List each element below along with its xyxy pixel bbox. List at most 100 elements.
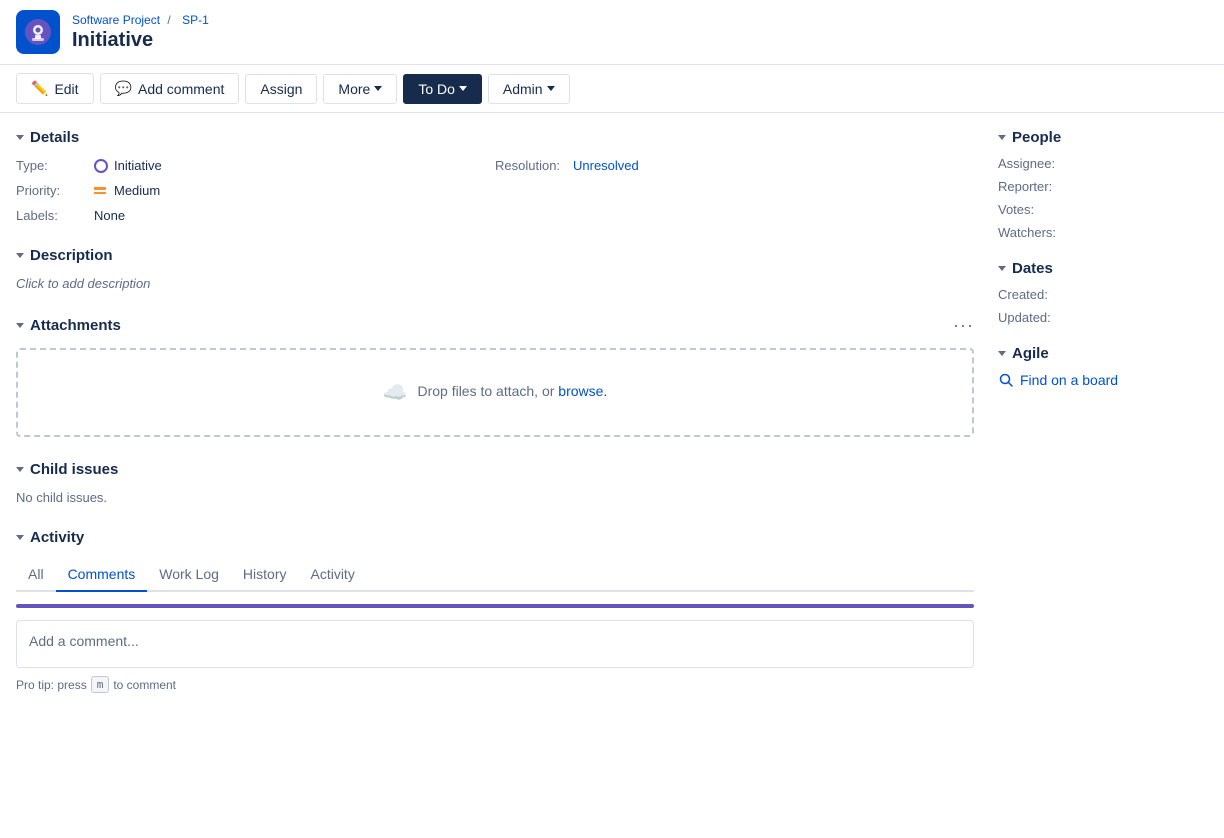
comment-input[interactable]: Add a comment... (16, 620, 974, 668)
more-button[interactable]: More (323, 74, 397, 104)
attachments-header: Attachments ··· (16, 315, 974, 336)
drop-zone[interactable]: ☁️ Drop files to attach, or browse. (16, 348, 974, 437)
initiative-icon (94, 159, 108, 173)
activity-progress-bar (16, 604, 974, 608)
attachments-title: Attachments (30, 317, 121, 334)
labels-label: Labels: (16, 208, 86, 223)
project-icon (16, 10, 60, 54)
find-on-board-link[interactable]: Find on a board (998, 372, 1208, 388)
right-panel: People Assignee: Reporter: Votes: Watche… (998, 129, 1208, 822)
people-title: People (1012, 129, 1061, 146)
people-section: People Assignee: Reporter: Votes: Watche… (998, 129, 1208, 240)
created-row: Created: (998, 287, 1208, 302)
todo-label: To Do (418, 81, 455, 97)
edit-icon: ✏️ (31, 80, 48, 97)
pro-tip-suffix: to comment (113, 678, 176, 692)
activity-section-header: Activity (16, 529, 974, 546)
pro-tip: Pro tip: press m to comment (16, 676, 974, 693)
tab-comments[interactable]: Comments (56, 558, 148, 592)
labels-value: None (94, 208, 125, 223)
admin-label: Admin (503, 81, 543, 97)
description-toggle-icon[interactable] (16, 253, 24, 258)
agile-title: Agile (1012, 345, 1049, 362)
attachments-more-icon[interactable]: ··· (953, 315, 974, 336)
activity-section: Activity All Comments Work Log History A… (16, 529, 974, 693)
type-row: Type: Initiative (16, 158, 495, 173)
resolution-row: Resolution: Unresolved (495, 158, 974, 173)
tab-activity[interactable]: Activity (298, 558, 366, 592)
details-col-left: Type: Initiative Priority: (16, 158, 495, 223)
edit-button[interactable]: ✏️ Edit (16, 73, 94, 104)
browse-link[interactable]: browse. (558, 383, 607, 399)
type-label: Type: (16, 158, 86, 173)
details-section: Details Type: Initiative Priority: (16, 129, 974, 223)
add-comment-label: Add comment (138, 81, 224, 97)
attachments-section: Attachments ··· ☁️ Drop files to attach,… (16, 315, 974, 437)
edit-label: Edit (54, 81, 78, 97)
priority-row: Priority: Medium (16, 183, 495, 198)
activity-tabs: All Comments Work Log History Activity (16, 558, 974, 592)
dates-section: Dates Created: Updated: (998, 260, 1208, 325)
breadcrumb: Software Project / SP-1 Initiative (72, 13, 213, 52)
agile-header: Agile (998, 345, 1208, 362)
priority-icon (94, 187, 108, 194)
labels-row: Labels: None (16, 208, 495, 223)
dates-header: Dates (998, 260, 1208, 277)
admin-button[interactable]: Admin (488, 74, 570, 104)
priority-label: Priority: (16, 183, 86, 198)
left-panel: Details Type: Initiative Priority: (16, 129, 974, 822)
comment-icon: 💬 (115, 80, 132, 97)
attachments-toggle-icon[interactable] (16, 323, 24, 328)
child-issues-header: Child issues (16, 461, 974, 478)
project-link[interactable]: Software Project (72, 13, 160, 27)
details-table: Type: Initiative Priority: (16, 158, 974, 223)
watchers-row: Watchers: (998, 225, 1208, 240)
no-child-text: No child issues. (16, 490, 974, 505)
more-chevron-icon (374, 86, 382, 91)
todo-button[interactable]: To Do (403, 74, 482, 104)
type-value: Initiative (94, 158, 162, 173)
tab-all[interactable]: All (16, 558, 56, 592)
updated-label: Updated: (998, 310, 1051, 325)
activity-title: Activity (30, 529, 84, 546)
upload-cloud-icon: ☁️ (383, 380, 408, 405)
resolution-label: Resolution: (495, 158, 565, 173)
updated-row: Updated: (998, 310, 1208, 325)
dates-title: Dates (1012, 260, 1053, 277)
child-issues-section: Child issues No child issues. (16, 461, 974, 505)
issue-id[interactable]: SP-1 (182, 13, 209, 27)
resolution-value: Unresolved (573, 158, 639, 173)
tab-work-log[interactable]: Work Log (147, 558, 231, 592)
add-comment-button[interactable]: 💬 Add comment (100, 73, 240, 104)
dates-toggle-icon[interactable] (998, 266, 1006, 271)
agile-section: Agile Find on a board (998, 345, 1208, 388)
pro-tip-text: Pro tip: press (16, 678, 87, 692)
child-issues-toggle-icon[interactable] (16, 467, 24, 472)
priority-value: Medium (94, 183, 160, 198)
attachments-header-left: Attachments (16, 317, 121, 334)
agile-toggle-icon[interactable] (998, 351, 1006, 356)
tab-history[interactable]: History (231, 558, 299, 592)
people-toggle-icon[interactable] (998, 135, 1006, 140)
admin-chevron-icon (547, 86, 555, 91)
reporter-row: Reporter: (998, 179, 1208, 194)
description-placeholder[interactable]: Click to add description (16, 276, 974, 291)
todo-chevron-icon (459, 86, 467, 91)
votes-row: Votes: (998, 202, 1208, 217)
pro-tip-key: m (91, 676, 110, 693)
activity-toggle-icon[interactable] (16, 535, 24, 540)
child-issues-title: Child issues (30, 461, 118, 478)
details-toggle-icon[interactable] (16, 135, 24, 140)
assignee-row: Assignee: (998, 156, 1208, 171)
page-title: Initiative (72, 29, 213, 52)
details-col-right: Resolution: Unresolved (495, 158, 974, 223)
app-container: Software Project / SP-1 Initiative ✏️ Ed… (0, 0, 1224, 838)
toolbar: ✏️ Edit 💬 Add comment Assign More To Do … (0, 65, 1224, 113)
breadcrumb-separator: / (167, 13, 170, 27)
people-header: People (998, 129, 1208, 146)
description-section-header: Description (16, 247, 974, 264)
assign-button[interactable]: Assign (245, 74, 317, 104)
description-section: Description Click to add description (16, 247, 974, 291)
reporter-label: Reporter: (998, 179, 1052, 194)
details-section-header: Details (16, 129, 974, 146)
